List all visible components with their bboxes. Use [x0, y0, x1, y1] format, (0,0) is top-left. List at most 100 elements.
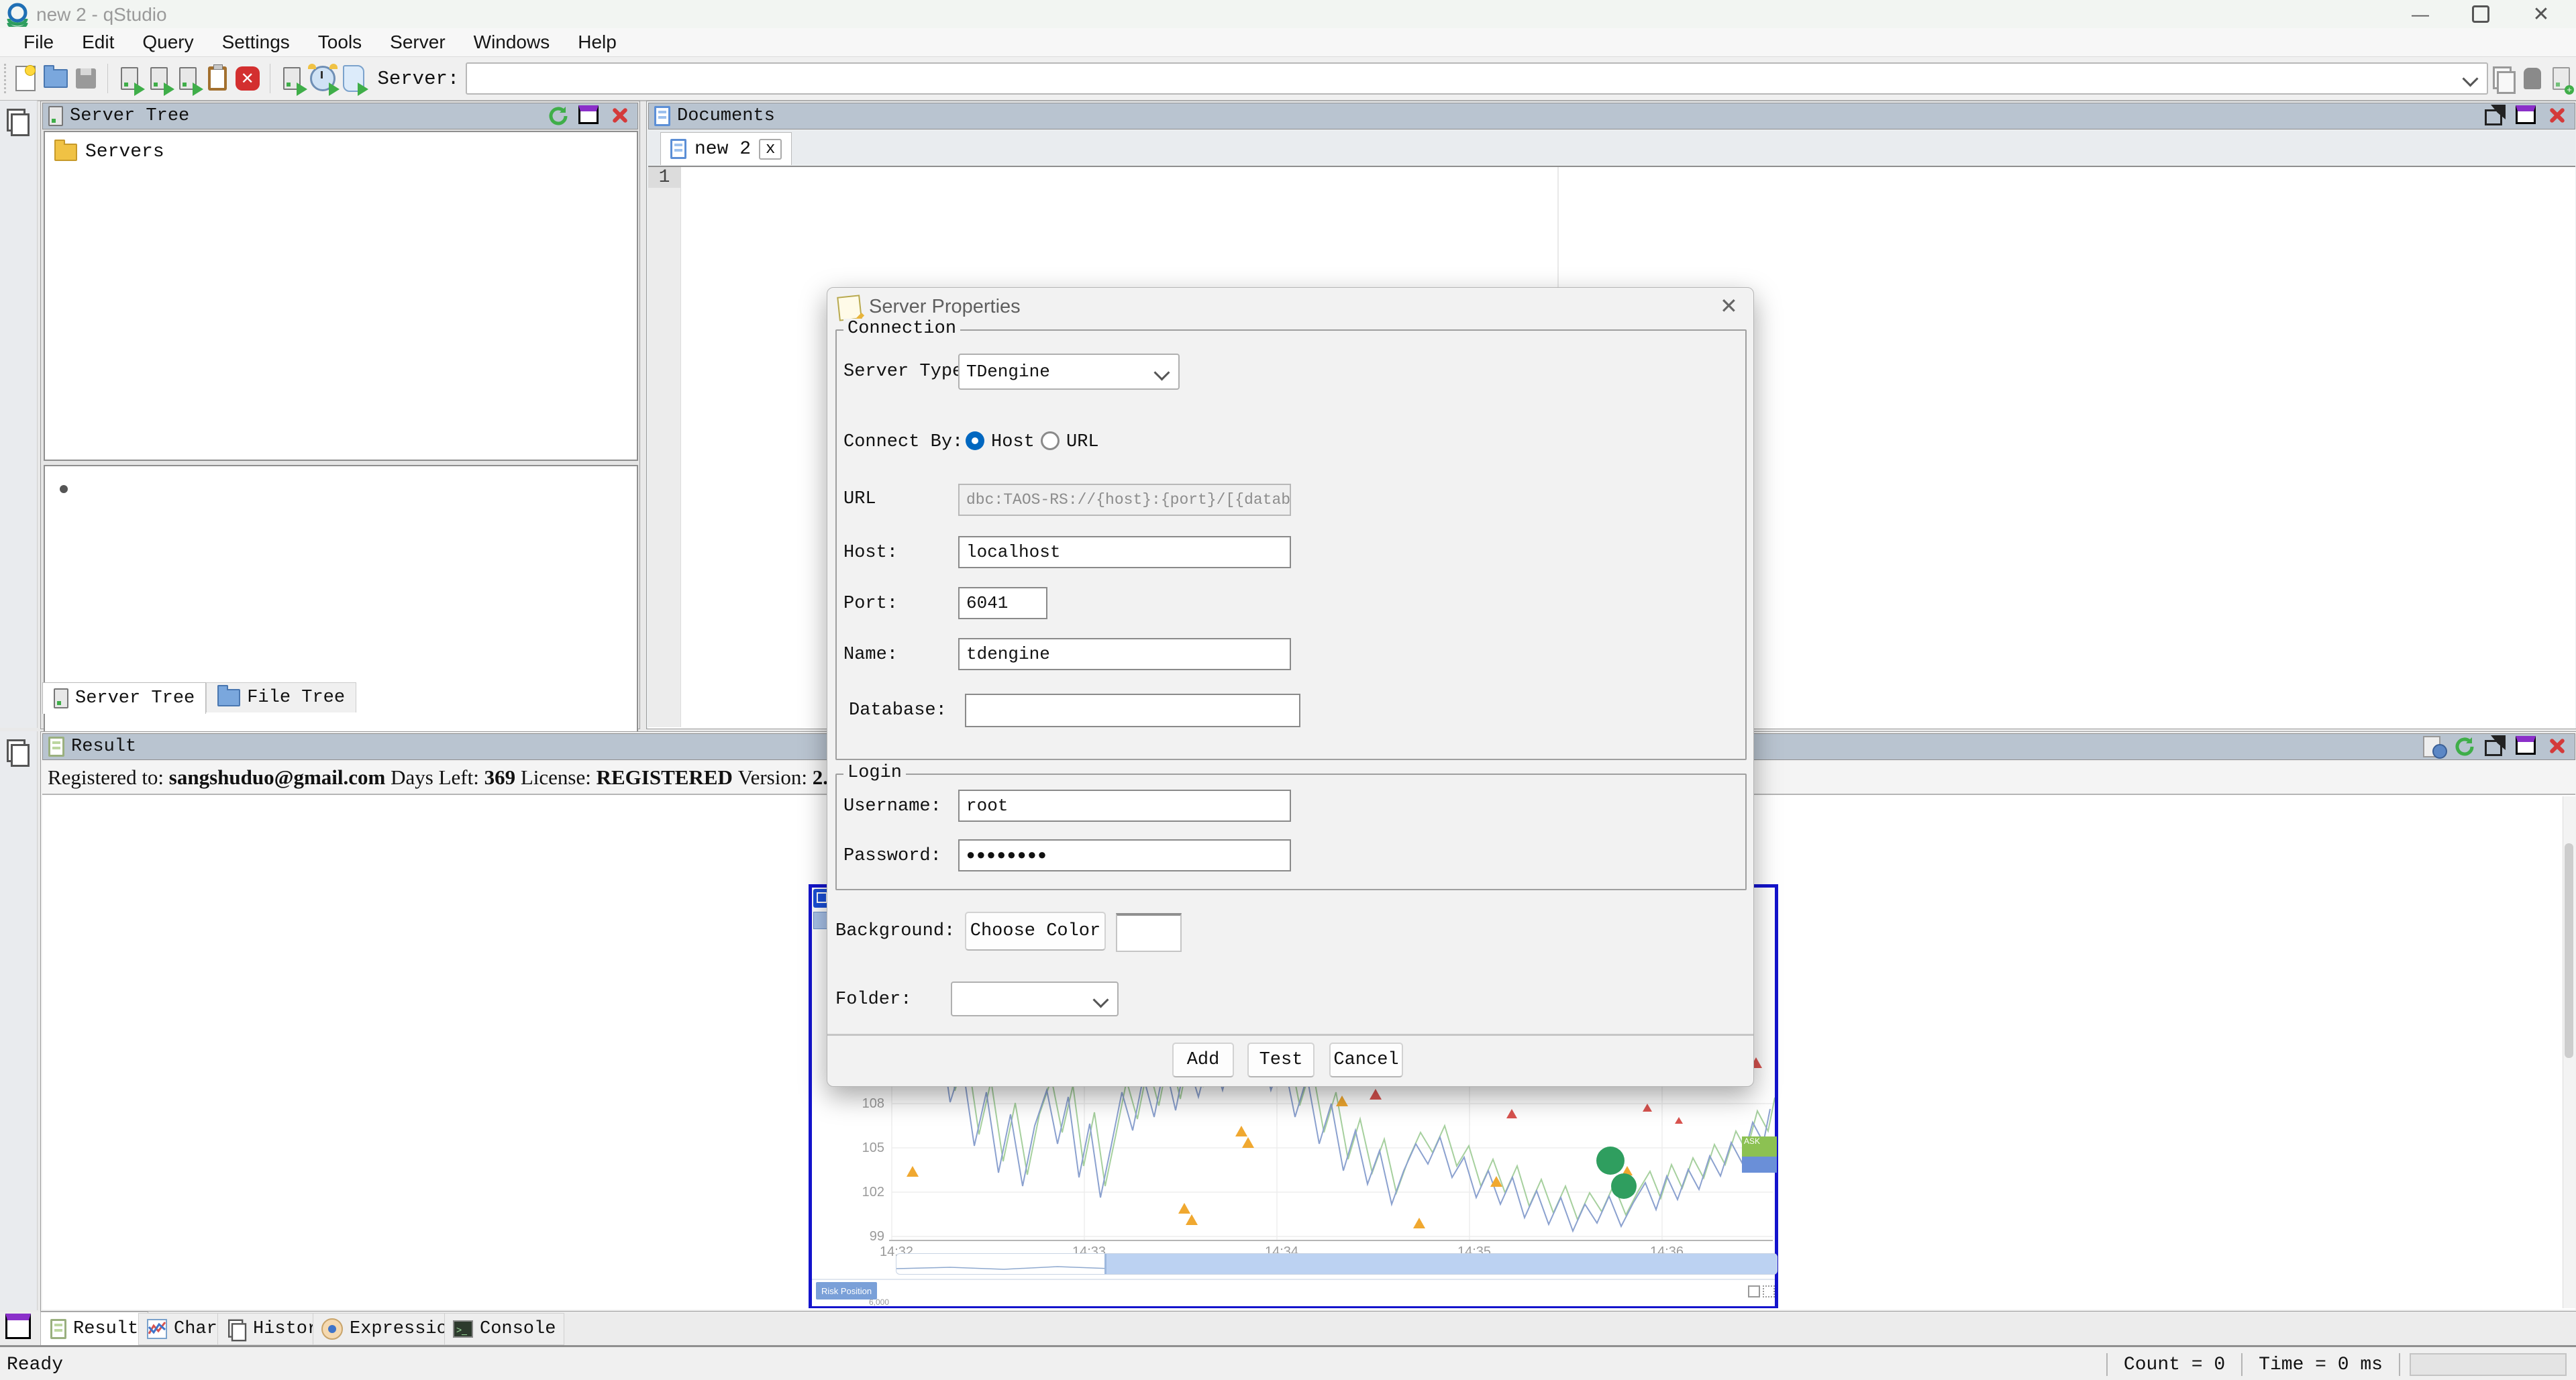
range-navigator[interactable]: [896, 1253, 1778, 1275]
cancel-button[interactable]: Cancel: [1329, 1043, 1403, 1077]
close-panel-icon[interactable]: [609, 105, 631, 127]
color-swatch[interactable]: [1116, 913, 1182, 952]
dialog-divider: [827, 1034, 1753, 1036]
save-icon[interactable]: [74, 64, 97, 93]
maximize-panel-icon[interactable]: [2516, 105, 2537, 127]
run-line-icon[interactable]: [148, 64, 170, 93]
server-type-value: TDengine: [966, 362, 1050, 382]
maximize-button[interactable]: [2459, 0, 2502, 28]
registration-text: Registered to:: [48, 765, 164, 790]
add-server-icon[interactable]: +: [2550, 64, 2573, 93]
new-file-icon[interactable]: [15, 64, 38, 93]
refresh-icon[interactable]: [548, 105, 569, 127]
open-file-icon[interactable]: [44, 64, 68, 93]
menu-edit[interactable]: Edit: [68, 32, 128, 53]
result-title: Result: [71, 737, 136, 757]
folder-combobox[interactable]: [951, 981, 1119, 1016]
menu-query[interactable]: Query: [128, 32, 207, 53]
close-panel-icon[interactable]: [2546, 736, 2568, 757]
url-label: URL: [843, 489, 876, 509]
refresh-icon[interactable]: [2454, 736, 2475, 757]
menu-server[interactable]: Server: [376, 32, 459, 53]
result-tab-icon: [50, 1319, 66, 1339]
document-tab-strip: new 2 x: [648, 131, 2575, 164]
restore-panel-icon[interactable]: [7, 109, 27, 133]
risk-position-button[interactable]: Risk Position: [816, 1282, 877, 1299]
username-input[interactable]: root: [958, 790, 1291, 822]
trade-marker: [1611, 1173, 1637, 1199]
dialog-title-bar[interactable]: Server Properties ✕: [827, 288, 1753, 325]
url-input: dbc:TAOS-RS://{host}:{port}/[{database}]: [958, 484, 1291, 516]
run-selection-icon[interactable]: [177, 64, 200, 93]
qstudio-window: new 2 - qStudio — ✕ File Edit Query Sett…: [0, 0, 2576, 1380]
port-label: Port:: [843, 594, 898, 614]
database-input[interactable]: [965, 694, 1300, 727]
connect-by-url-radio[interactable]: [1041, 431, 1060, 450]
url-template-value: dbc:TAOS-RS://{host}:{port}/[{database}]: [966, 491, 1291, 509]
choose-color-button[interactable]: Choose Color: [965, 912, 1106, 951]
maximize-panel-icon[interactable]: [578, 105, 600, 127]
menu-tools[interactable]: Tools: [304, 32, 376, 53]
server-icon: [54, 688, 68, 708]
add-button[interactable]: Add: [1172, 1043, 1234, 1077]
status-time: Time = 0 ms: [2259, 1355, 2383, 1375]
vertical-scrollbar[interactable]: [2563, 796, 2575, 1308]
export-icon[interactable]: [2423, 736, 2444, 757]
restore-panel-icon[interactable]: [7, 739, 27, 763]
run-query-icon[interactable]: [118, 64, 141, 93]
stop-hand-icon[interactable]: [2521, 64, 2544, 93]
status-count: Count = 0: [2124, 1355, 2225, 1375]
scrollbar-thumb[interactable]: [2565, 843, 2573, 1058]
password-input[interactable]: ●●●●●●●●: [958, 839, 1291, 871]
run-script-icon[interactable]: [342, 64, 365, 93]
toolbar-drag-handle[interactable]: [4, 64, 11, 93]
tab-new-2[interactable]: new 2 x: [660, 132, 792, 165]
close-button[interactable]: ✕: [2520, 0, 2563, 28]
server-type-combobox[interactable]: TDengine: [958, 354, 1180, 390]
bid-price-badge: [1742, 1157, 1777, 1173]
server-combobox[interactable]: [466, 62, 2488, 95]
menu-windows[interactable]: Windows: [460, 32, 564, 53]
document-icon: [670, 139, 686, 159]
menu-settings[interactable]: Settings: [208, 32, 304, 53]
host-input[interactable]: localhost: [958, 536, 1291, 568]
tab-server-tree[interactable]: Server Tree: [42, 682, 206, 714]
menu-file[interactable]: File: [9, 32, 68, 53]
window-title: new 2 - qStudio: [36, 4, 167, 25]
dock-window-icon[interactable]: [5, 1314, 31, 1339]
left-dock-strip: [0, 101, 38, 728]
connect-by-host-radio[interactable]: [966, 431, 984, 450]
server-run-icon[interactable]: [280, 64, 303, 93]
properties-icon: [837, 295, 862, 321]
copy-result-icon[interactable]: [2491, 64, 2514, 93]
minimize-button[interactable]: —: [2399, 0, 2442, 28]
port-input[interactable]: 6041: [958, 587, 1047, 619]
folder-blue-icon: [217, 689, 240, 706]
navigator-selection[interactable]: [1104, 1254, 1778, 1274]
maximize-panel-icon[interactable]: [2516, 736, 2537, 757]
name-input[interactable]: tdengine: [958, 638, 1291, 670]
server-combo-label: Server:: [377, 68, 459, 90]
popout-panel-icon[interactable]: [2485, 105, 2506, 127]
clipboard-icon[interactable]: [206, 64, 229, 93]
editor-gutter: 1: [648, 167, 681, 727]
tree-item-servers[interactable]: Servers: [54, 142, 637, 162]
choose-color-label: Choose Color: [970, 921, 1100, 941]
dialog-close-icon[interactable]: ✕: [1720, 293, 1738, 319]
menu-help[interactable]: Help: [564, 32, 631, 53]
close-tab-button[interactable]: x: [759, 139, 782, 160]
popout-panel-icon[interactable]: [2485, 736, 2506, 757]
test-button[interactable]: Test: [1247, 1043, 1315, 1077]
tab-label: Result: [73, 1319, 138, 1339]
tab-file-tree[interactable]: File Tree: [206, 682, 356, 712]
subchart-settings-icon[interactable]: [1763, 1285, 1775, 1297]
tab-result[interactable]: Result: [40, 1312, 148, 1346]
server-tree-content: Servers: [44, 131, 638, 461]
close-panel-icon[interactable]: [2546, 105, 2568, 127]
stop-query-icon[interactable]: ✕: [236, 64, 260, 93]
registration-license: REGISTERED: [597, 765, 733, 790]
subchart-popout-icon[interactable]: [1748, 1285, 1760, 1297]
password-value: ●●●●●●●●: [966, 847, 1048, 864]
tab-console[interactable]: >_ Console: [444, 1313, 564, 1345]
schedule-icon[interactable]: [310, 64, 336, 93]
